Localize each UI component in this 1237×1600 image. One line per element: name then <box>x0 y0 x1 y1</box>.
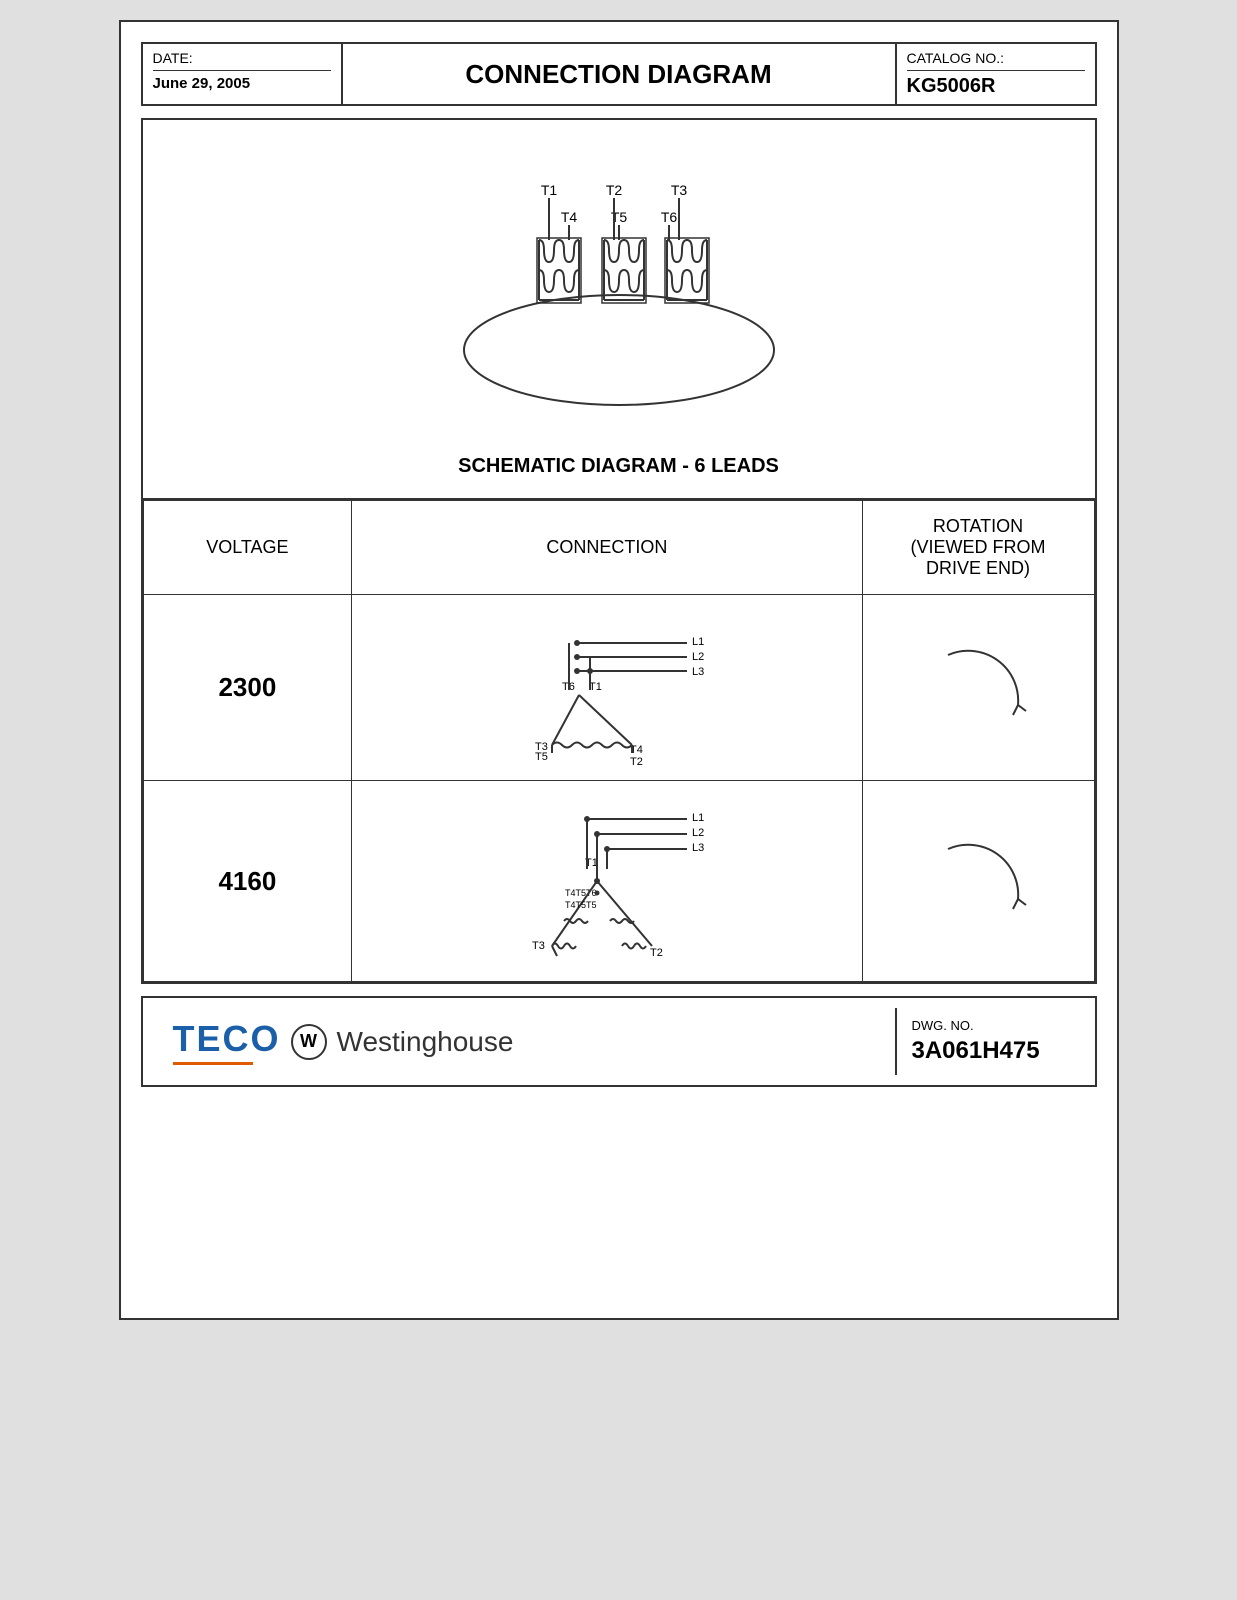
svg-text:L3: L3 <box>692 666 704 678</box>
header-date: DATE: June 29, 2005 <box>143 44 343 104</box>
svg-text:T2: T2 <box>650 947 663 959</box>
dwg-label: DWG. NO. <box>912 1018 1080 1033</box>
svg-text:L1: L1 <box>692 812 704 824</box>
svg-text:L2: L2 <box>692 827 704 839</box>
rotation-4160 <box>862 781 1094 982</box>
w-logo: W <box>291 1024 327 1060</box>
westinghouse-text: Westinghouse <box>337 1026 514 1058</box>
connection-diagram-4160: L1 L2 L3 T1 <box>352 781 862 982</box>
teco-underline <box>173 1062 253 1065</box>
svg-text:T1: T1 <box>540 182 557 198</box>
rotation-header-text: ROTATION(VIEWED FROMDRIVE END) <box>911 516 1046 578</box>
table-row: 4160 L1 L2 L3 <box>143 781 1094 982</box>
catalog-label: CATALOG NO.: <box>907 50 1085 71</box>
main-content: T1 T2 T3 T4 T5 T6 <box>141 118 1097 984</box>
schematic-section: T1 T2 T3 T4 T5 T6 <box>143 120 1095 500</box>
svg-text:L1: L1 <box>692 636 704 648</box>
svg-text:L3: L3 <box>692 842 704 854</box>
table-row: 2300 L1 L2 L3 T6 <box>143 595 1094 781</box>
connection-diagram-2300: L1 L2 L3 T6 T1 <box>352 595 862 781</box>
date-label: DATE: <box>153 50 331 71</box>
connection-table: VOLTAGE CONNECTION ROTATION(VIEWED FROMD… <box>143 500 1095 982</box>
svg-text:T3: T3 <box>532 940 545 952</box>
svg-text:T2: T2 <box>605 182 622 198</box>
schematic-diagram: T1 T2 T3 T4 T5 T6 <box>429 140 809 425</box>
header-catalog: CATALOG NO.: KG5006R <box>895 44 1095 104</box>
catalog-value: KG5006R <box>907 75 996 97</box>
header-title: CONNECTION DIAGRAM <box>343 44 895 104</box>
rotation-header: ROTATION(VIEWED FROMDRIVE END) <box>862 501 1094 595</box>
header: DATE: June 29, 2005 CONNECTION DIAGRAM C… <box>141 42 1097 106</box>
svg-text:T4: T4 <box>560 209 577 225</box>
svg-text:T3: T3 <box>670 182 687 198</box>
svg-text:T2: T2 <box>630 756 643 765</box>
voltage-4160: 4160 <box>143 781 352 982</box>
logo-area: TECO W Westinghouse <box>143 998 895 1085</box>
page: DATE: June 29, 2005 CONNECTION DIAGRAM C… <box>119 20 1119 1320</box>
teco-text: TECO <box>173 1018 281 1060</box>
voltage-header: VOLTAGE <box>143 501 352 595</box>
svg-text:T5: T5 <box>535 751 548 763</box>
svg-text:L2: L2 <box>692 651 704 663</box>
svg-text:T6: T6 <box>660 209 677 225</box>
footer: TECO W Westinghouse DWG. NO. 3A061H475 <box>141 996 1097 1087</box>
voltage-2300: 2300 <box>143 595 352 781</box>
teco-logo: TECO <box>173 1018 281 1065</box>
connection-header: CONNECTION <box>352 501 862 595</box>
table-header-row: VOLTAGE CONNECTION ROTATION(VIEWED FROMD… <box>143 501 1094 595</box>
date-value: June 29, 2005 <box>153 75 251 92</box>
svg-text:T4T5T5: T4T5T5 <box>565 900 597 910</box>
schematic-title: SCHEMATIC DIAGRAM - 6 LEADS <box>458 455 779 478</box>
dwg-section: DWG. NO. 3A061H475 <box>895 1008 1095 1075</box>
rotation-2300 <box>862 595 1094 781</box>
dwg-value: 3A061H475 <box>912 1037 1040 1064</box>
